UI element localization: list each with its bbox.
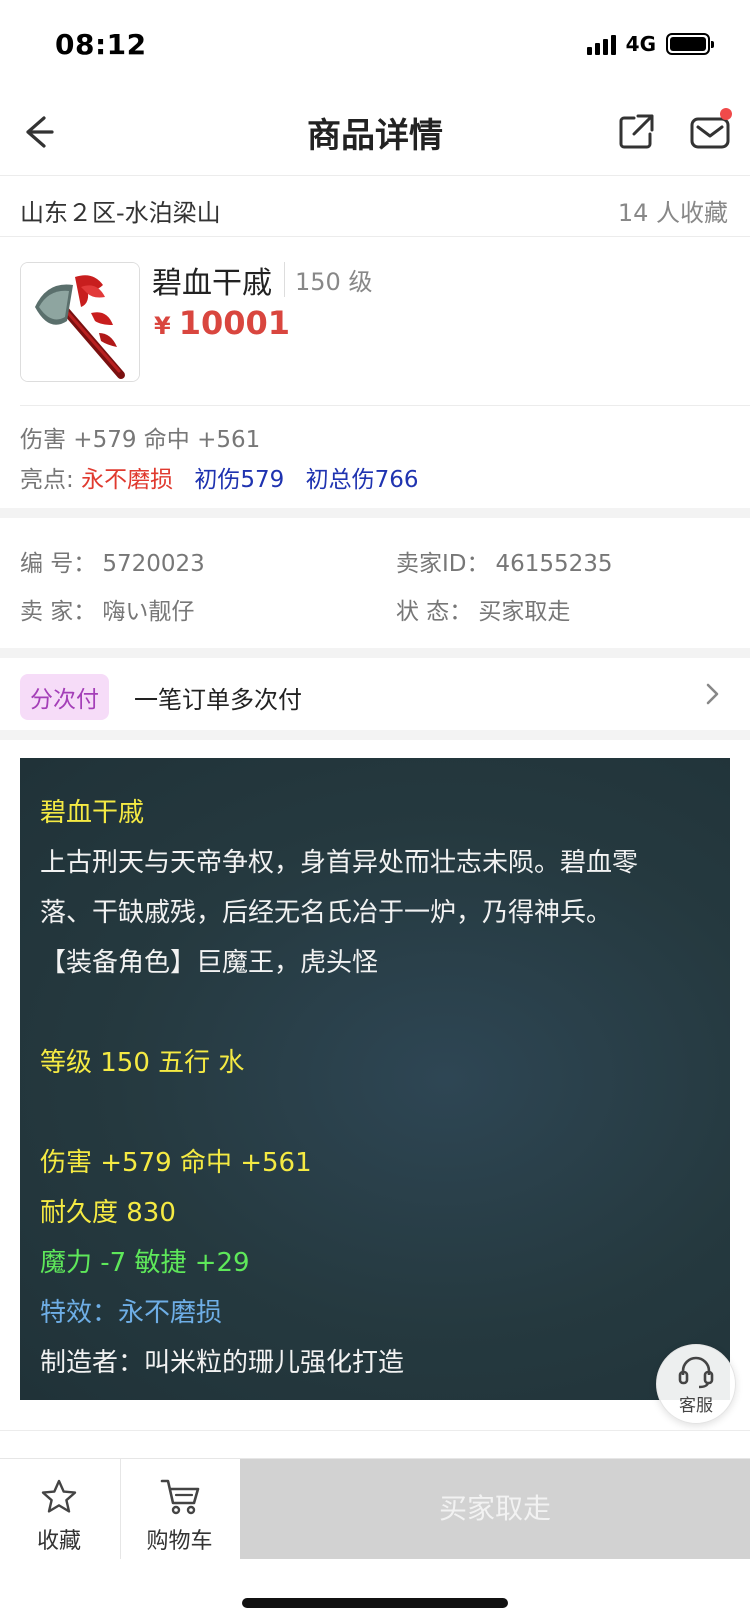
desc-maker: 制造者：叫米粒的珊儿强化打造 — [40, 1348, 405, 1378]
seller-value: 嗨い靓仔 — [102, 599, 195, 625]
nav-bar: 商品详情 — [0, 88, 750, 176]
highlight-line: 亮点: 永不磨损 初伤579 初总伤766 — [20, 460, 730, 500]
seller-label: 卖 家： — [20, 599, 97, 625]
attribute-line: 伤害 +579 命中 +561 — [20, 427, 261, 453]
headset-icon — [678, 1356, 714, 1389]
favorite-label: 收藏 — [36, 1529, 81, 1554]
item-description-panel: 碧血干戚 上古刑天与天帝争权，身首异处而壮志未陨。碧血零 落、干缺戚残，后经无名… — [20, 758, 730, 1400]
seller-id-value: 46155235 — [495, 551, 613, 577]
stats-section: 伤害 +579 命中 +561 亮点: 永不磨损 初伤579 初总伤766 — [20, 420, 730, 500]
desc-durability: 耐久度 830 — [40, 1198, 176, 1228]
home-indicator — [242, 1598, 508, 1608]
divider — [20, 405, 750, 406]
product-header: 碧血干戚 150 级 ¥10001 — [0, 238, 750, 406]
highlight-tag: 初伤579 — [194, 467, 285, 493]
notification-dot — [720, 108, 732, 120]
star-icon — [41, 1479, 77, 1513]
signal-icon — [586, 33, 616, 55]
network-type: 4G — [625, 32, 656, 56]
cart-label: 购物车 — [146, 1529, 213, 1554]
cart-button[interactable]: 购物车 — [120, 1459, 238, 1559]
order-id-value: 5720023 — [102, 551, 205, 577]
highlight-tag: 初总伤766 — [305, 467, 419, 493]
section-gap — [0, 648, 750, 658]
product-price: ¥10001 — [154, 304, 290, 342]
mail-icon[interactable] — [688, 108, 732, 154]
status-bar: 08:12 4G — [0, 0, 750, 88]
seller: 卖 家： 嗨い靓仔 — [20, 592, 194, 626]
desc-roles: 【装备角色】巨魔王，虎头怪 — [40, 948, 379, 978]
installment-text: 一笔订单多次付 — [134, 686, 302, 714]
desc-effect: 特效：永不磨损 — [40, 1298, 223, 1328]
state-value: 买家取走 — [478, 599, 571, 625]
desc-lore: 落、干缺戚残，后经无名氏冶于一炉，乃得神兵。 — [40, 898, 613, 928]
customer-service-button[interactable]: 客服 — [656, 1344, 736, 1424]
favorite-count: 14 人收藏 — [617, 199, 728, 227]
cart-icon — [160, 1479, 199, 1515]
seller-id-label: 卖家ID： — [396, 551, 490, 577]
server-row: 山东２区-水泊梁山 14 人收藏 — [0, 177, 750, 237]
desc-damage-hit: 伤害 +579 命中 +561 — [40, 1148, 312, 1178]
installment-tag: 分次付 — [20, 674, 109, 720]
highlight-label: 亮点: — [20, 467, 74, 493]
desc-title: 碧血干戚 — [40, 798, 145, 828]
buy-action-button[interactable]: 买家取走 — [240, 1459, 750, 1559]
desc-level-element: 等级 150 五行 水 — [40, 1048, 245, 1078]
content-divider — [0, 1430, 750, 1460]
product-image[interactable] — [20, 262, 140, 382]
order-id-label: 编 号： — [20, 551, 97, 577]
info-grid: 编 号： 5720023 卖家ID： 46155235 卖 家： 嗨い靓仔 状 态：买… — [0, 520, 750, 648]
installment-row[interactable]: 分次付 一笔订单多次付 — [0, 658, 750, 730]
section-gap — [0, 508, 750, 518]
order-id: 编 号： 5720023 — [20, 544, 205, 578]
bottom-action-bar: 收藏 购物车 买家取走 — [0, 1458, 750, 1559]
server-name: 山东２区-水泊梁山 — [20, 199, 221, 227]
status-time: 08:12 — [55, 28, 147, 61]
favorite-button[interactable]: 收藏 — [0, 1459, 118, 1559]
share-icon[interactable] — [614, 110, 658, 154]
status-indicators: 4G — [586, 32, 714, 56]
order-state: 状 态： 买家取走 — [396, 592, 570, 626]
seller-id: 卖家ID： 46155235 — [396, 544, 613, 578]
desc-lore: 上古刑天与天帝争权，身首异处而壮志未陨。碧血零 — [40, 848, 639, 878]
state-label: 状 态： — [396, 599, 473, 625]
highlight-tag: 永不磨损 — [81, 467, 174, 493]
currency-symbol: ¥ — [154, 312, 171, 340]
axe-image — [21, 263, 139, 381]
customer-service-label: 客服 — [679, 1396, 713, 1416]
chevron-right-icon — [700, 682, 724, 706]
product-level: 150 级 — [284, 262, 372, 297]
price-value: 10001 — [178, 304, 291, 342]
section-gap — [0, 730, 750, 740]
desc-magic-agility: 魔力 -7 敏捷 +29 — [40, 1248, 250, 1278]
battery-icon — [666, 33, 714, 55]
product-name: 碧血干戚 — [152, 266, 272, 301]
